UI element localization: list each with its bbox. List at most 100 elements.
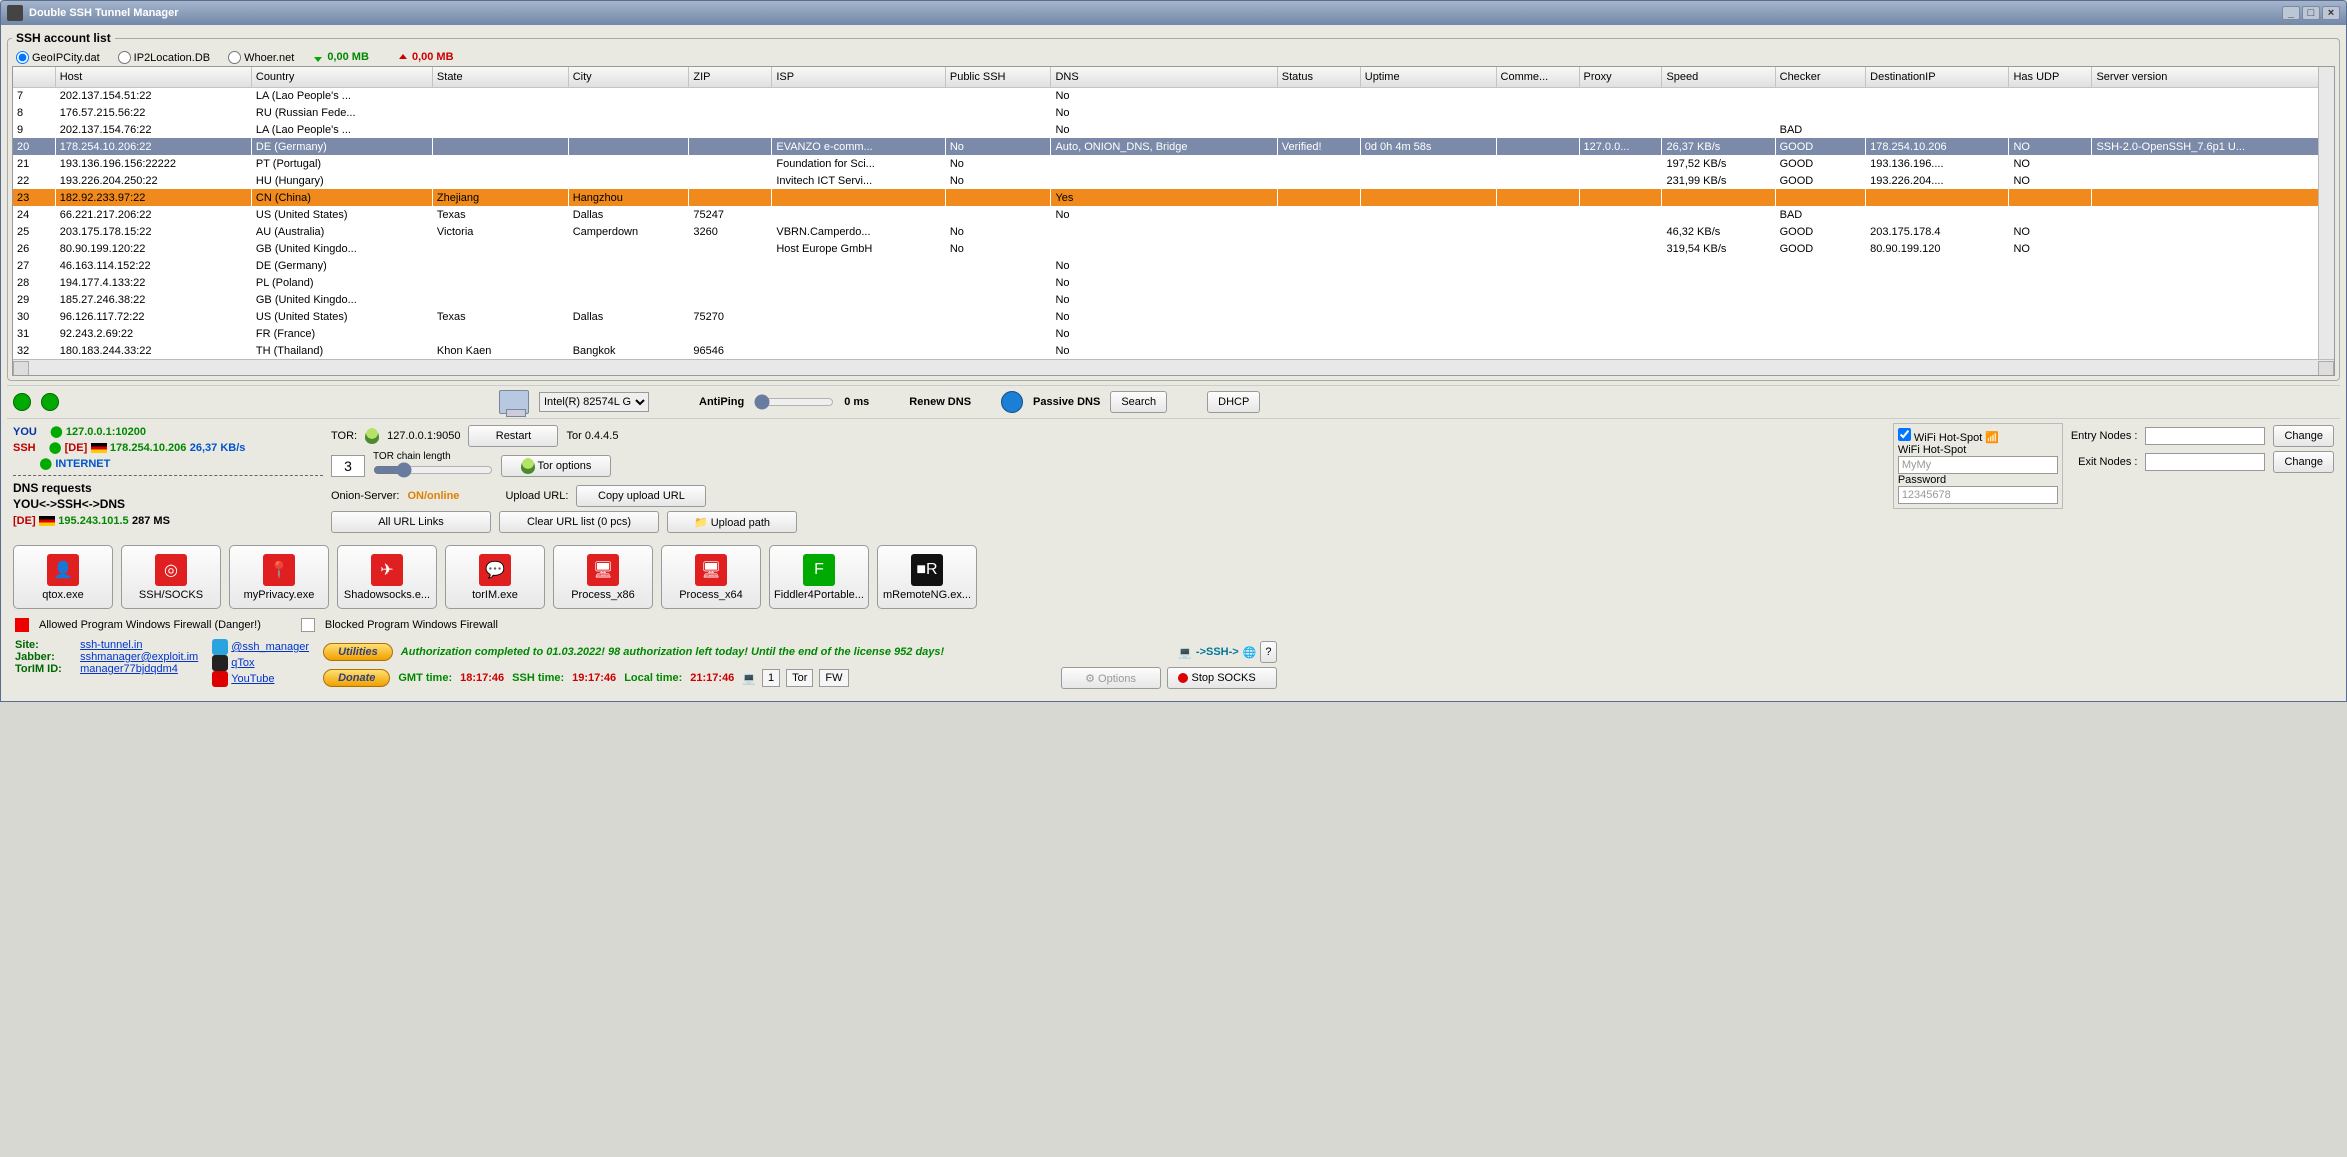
- table-row[interactable]: 29185.27.246.38:22GB (United Kingdo...No: [13, 291, 2334, 308]
- entry-change-button[interactable]: Change: [2273, 425, 2334, 447]
- vertical-scrollbar[interactable]: [2318, 67, 2334, 359]
- tor-onion-icon: [365, 428, 379, 444]
- telegram-link[interactable]: @ssh_manager: [231, 641, 309, 653]
- launcher-torIM.exe[interactable]: 💬torIM.exe: [445, 545, 545, 609]
- launcher-Shadowsocks.e...[interactable]: ✈Shadowsocks.e...: [337, 545, 437, 609]
- radio-geoipcity[interactable]: GeoIPCity.dat: [16, 51, 100, 64]
- tor-addr: 127.0.0.1:9050: [387, 430, 460, 442]
- launcher-mRemoteNG.ex...[interactable]: ■RmRemoteNG.ex...: [877, 545, 977, 609]
- search-button[interactable]: Search: [1110, 391, 1167, 413]
- one-toggle[interactable]: 1: [762, 669, 780, 687]
- firewall-blocked-icon: [301, 618, 315, 632]
- column-header[interactable]: State: [432, 67, 568, 87]
- table-row[interactable]: 3096.126.117.72:22US (United States)Texa…: [13, 308, 2334, 325]
- wifi-ssid-input[interactable]: [1898, 456, 2058, 474]
- copy-upload-url-button[interactable]: Copy upload URL: [576, 485, 706, 507]
- jabber-link[interactable]: sshmanager@exploit.im: [80, 651, 198, 663]
- qtox-link[interactable]: qTox: [231, 657, 254, 669]
- upload-url-label: Upload URL:: [505, 490, 568, 502]
- launcher-myPrivacy.exe[interactable]: 📍myPrivacy.exe: [229, 545, 329, 609]
- column-header[interactable]: Host: [55, 67, 251, 87]
- column-header[interactable]: DNS: [1051, 67, 1277, 87]
- table-row[interactable]: 23182.92.233.97:22CN (China)ZhejiangHang…: [13, 189, 2334, 206]
- column-header[interactable]: Country: [251, 67, 432, 87]
- donate-button[interactable]: Donate: [323, 669, 390, 687]
- upload-path-button[interactable]: 📁 Upload path: [667, 511, 797, 533]
- radio-ip2location[interactable]: IP2Location.DB: [118, 51, 210, 64]
- table-row[interactable]: 2746.163.114.152:22DE (Germany)No: [13, 257, 2334, 274]
- tor-chain-slider[interactable]: [373, 462, 493, 478]
- fw-toggle[interactable]: FW: [819, 669, 848, 687]
- table-row[interactable]: 28194.177.4.133:22PL (Poland)No: [13, 274, 2334, 291]
- column-header[interactable]: ZIP: [689, 67, 772, 87]
- table-row[interactable]: 8176.57.215.56:22RU (Russian Fede...No: [13, 104, 2334, 121]
- column-header[interactable]: Comme...: [1496, 67, 1579, 87]
- renew-dns-label: Renew DNS: [909, 396, 971, 408]
- utilities-button[interactable]: Utilities: [323, 643, 393, 661]
- table-row[interactable]: 25203.175.178.15:22AU (Australia)Victori…: [13, 223, 2334, 240]
- mid-toolbar: Intel(R) 82574L G AntiPing 0 ms Renew DN…: [7, 385, 2340, 419]
- horizontal-scrollbar[interactable]: [13, 359, 2334, 375]
- column-header[interactable]: Proxy: [1579, 67, 1662, 87]
- onion-server-label: Onion-Server:: [331, 490, 399, 502]
- entry-nodes-label: Entry Nodes :: [2071, 430, 2138, 442]
- table-row[interactable]: 2680.90.199.120:22GB (United Kingdo...Ho…: [13, 240, 2334, 257]
- account-table[interactable]: HostCountryStateCityZIPISPPublic SSHDNSS…: [12, 66, 2335, 376]
- status-dot-2: [41, 393, 59, 411]
- column-header[interactable]: Has UDP: [2009, 67, 2092, 87]
- close-button[interactable]: ×: [2322, 6, 2340, 20]
- table-row[interactable]: 2466.221.217.206:22US (United States)Tex…: [13, 206, 2334, 223]
- adapter-select[interactable]: Intel(R) 82574L G: [539, 392, 649, 412]
- column-header[interactable]: ISP: [772, 67, 946, 87]
- wifi-password-input[interactable]: [1898, 486, 2058, 504]
- auth-message: Authorization completed to 01.03.2022! 9…: [401, 646, 944, 658]
- dhcp-button[interactable]: DHCP: [1207, 391, 1260, 413]
- launcher-Process_x64[interactable]: 🖥Process_x64: [661, 545, 761, 609]
- maximize-button[interactable]: □: [2302, 6, 2320, 20]
- table-row[interactable]: 9202.137.154.76:22LA (Lao People's ...No…: [13, 121, 2334, 138]
- help-button[interactable]: ?: [1260, 641, 1276, 663]
- titlebar[interactable]: Double SSH Tunnel Manager _ □ ×: [1, 1, 2346, 25]
- launcher-SSH/SOCKS[interactable]: ◎SSH/SOCKS: [121, 545, 221, 609]
- all-url-links-button[interactable]: All URL Links: [331, 511, 491, 533]
- column-header[interactable]: Server version: [2092, 67, 2334, 87]
- minimize-button[interactable]: _: [2282, 6, 2300, 20]
- column-header[interactable]: Status: [1277, 67, 1360, 87]
- youtube-link[interactable]: YouTube: [231, 673, 274, 685]
- tor-toggle[interactable]: Tor: [786, 669, 813, 687]
- column-header[interactable]: Uptime: [1360, 67, 1496, 87]
- column-header[interactable]: Checker: [1775, 67, 1866, 87]
- site-link[interactable]: ssh-tunnel.in: [80, 639, 142, 651]
- clear-url-list-button[interactable]: Clear URL list (0 pcs): [499, 511, 659, 533]
- table-row[interactable]: 22193.226.204.250:22HU (Hungary)Invitech…: [13, 172, 2334, 189]
- torim-link[interactable]: manager77bjdqdm4: [80, 663, 178, 675]
- exit-change-button[interactable]: Change: [2273, 451, 2334, 473]
- wifi-checkbox[interactable]: WiFi Hot-Spot 📶: [1898, 432, 1999, 444]
- entry-nodes-input[interactable]: [2145, 427, 2265, 445]
- antiping-slider[interactable]: [754, 394, 834, 410]
- launcher-Fiddler4Portable...[interactable]: FFiddler4Portable...: [769, 545, 869, 609]
- options-button[interactable]: ⚙ Options: [1061, 667, 1161, 689]
- tor-options-button[interactable]: Tor options: [501, 455, 611, 477]
- column-header[interactable]: Speed: [1662, 67, 1775, 87]
- tor-chain-input[interactable]: [331, 455, 365, 477]
- table-row[interactable]: 20178.254.10.206:22DE (Germany)EVANZO e-…: [13, 138, 2334, 155]
- launcher-Process_x86[interactable]: 🖥Process_x86: [553, 545, 653, 609]
- column-header[interactable]: Public SSH: [945, 67, 1051, 87]
- table-row[interactable]: 7202.137.154.51:22LA (Lao People's ...No: [13, 87, 2334, 104]
- status-dot-1: [13, 393, 31, 411]
- onion-status: ON/online: [407, 490, 459, 502]
- stop-socks-button[interactable]: Stop SOCKS: [1167, 667, 1277, 689]
- firewall-legend: Allowed Program Windows Firewall (Danger…: [7, 615, 2340, 635]
- exit-nodes-input[interactable]: [2145, 453, 2265, 471]
- ssh-account-list-group: SSH account list GeoIPCity.dat IP2Locati…: [7, 31, 2340, 381]
- column-header[interactable]: DestinationIP: [1866, 67, 2009, 87]
- table-row[interactable]: 21193.136.196.156:22222PT (Portugal)Foun…: [13, 155, 2334, 172]
- launcher-qtox.exe[interactable]: 👤qtox.exe: [13, 545, 113, 609]
- exit-nodes-label: Exit Nodes :: [2078, 456, 2137, 468]
- radio-whoer[interactable]: Whoer.net: [228, 51, 294, 64]
- column-header[interactable]: City: [568, 67, 689, 87]
- table-row[interactable]: 32180.183.244.33:22TH (Thailand)Khon Kae…: [13, 342, 2334, 359]
- table-row[interactable]: 3192.243.2.69:22FR (France)No: [13, 325, 2334, 342]
- tor-restart-button[interactable]: Restart: [468, 425, 558, 447]
